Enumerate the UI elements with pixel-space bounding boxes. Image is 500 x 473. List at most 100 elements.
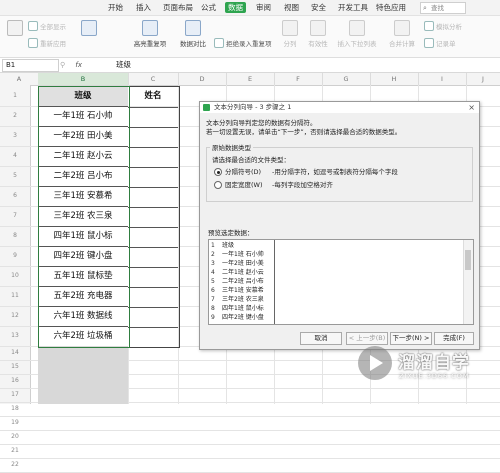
record-button[interactable]: 记录单 [424,38,456,48]
row-header-9[interactable]: 9 [0,246,30,267]
col-header-d[interactable]: D [178,73,227,85]
col-header-a[interactable]: A [0,73,39,85]
row-header-16[interactable]: 16 [0,374,30,389]
highlight-duplicates-button[interactable]: 高亮重复项 [132,20,168,48]
simulate-button[interactable]: 模拟分析 [424,21,462,31]
name-box[interactable]: B1 [2,59,59,72]
menu-page-layout[interactable]: 页面布局 [160,2,196,13]
preview-scrollbar[interactable] [463,240,473,324]
row-header-10[interactable]: 10 [0,266,30,287]
cell-class-name[interactable]: 一年2班 田小美 [38,127,128,146]
reject-duplicates-button[interactable]: 拒绝录入重复项 [214,38,272,48]
cell-student-name[interactable] [128,327,178,347]
col-header-b[interactable]: B [38,73,129,85]
col-header-j[interactable]: J [466,73,500,85]
cell-class-name[interactable]: 四年2班 键小盘 [38,247,128,266]
row-header-14[interactable]: 14 [0,346,30,361]
radio-delimited[interactable] [214,168,222,176]
row-header-8[interactable]: 8 [0,226,30,247]
grid-line [30,444,500,445]
cell-class-name[interactable]: 三年2班 农三泉 [38,207,128,226]
row-header-20[interactable]: 20 [0,430,30,445]
option-delimited-label[interactable]: 分隔符号(D) [225,168,261,176]
data-compare-button[interactable]: 数据对比 [175,20,211,48]
next-button[interactable]: 下一步(N) > [390,332,432,345]
col-header-h[interactable]: H [370,73,419,85]
menu-security[interactable]: 安全 [308,2,329,13]
fx-icon[interactable]: ⚲ fx [60,59,82,71]
dialog-titlebar[interactable]: 文本分列向导 - 3 步骤之 1 × [200,102,479,113]
scrollbar-thumb[interactable] [465,250,471,270]
formula-input[interactable]: 班级 [116,59,131,71]
col-header-c[interactable]: C [128,73,179,85]
row-header-7[interactable]: 7 [0,206,30,227]
prev-button[interactable]: < 上一步(B) [346,332,388,345]
cell-student-name[interactable] [128,207,178,227]
cell-student-name[interactable] [128,267,178,287]
preview-area[interactable]: 1 班级 2 一年1班 石小帅 3 一年2班 田小美 4 二年1班 赵小云 5 二年2班 吕小布 6… [208,239,474,325]
menu-developer[interactable]: 开发工具 [335,2,371,13]
menu-review[interactable]: 审阅 [253,2,274,13]
row-header-21[interactable]: 21 [0,444,30,459]
row-header-12[interactable]: 12 [0,306,30,327]
row-header-15[interactable]: 15 [0,360,30,375]
cell-class-name[interactable]: 二年2班 吕小布 [38,167,128,186]
cell-class-name[interactable]: 四年1班 鼠小标 [38,227,128,246]
cell-student-name[interactable] [128,167,178,187]
row-header-6[interactable]: 6 [0,186,30,207]
cell-class-name[interactable]: 五年2班 充电器 [38,287,128,306]
cancel-button[interactable]: 取消 [300,332,342,345]
close-icon[interactable]: × [468,102,475,113]
cell-class-name[interactable]: 六年1班 数据线 [38,307,128,326]
cell-c1-header[interactable]: 姓名 [128,86,178,106]
filter-button[interactable] [5,20,25,38]
cell-student-name[interactable] [128,227,178,247]
show-all-button[interactable]: 全部显示 [28,21,66,31]
search-input[interactable]: ⌕ 查找 [420,2,466,14]
merge-calc-button[interactable]: 合并计算 [384,20,420,48]
cell-class-name[interactable]: 一年1班 石小帅 [38,107,128,126]
menu-insert[interactable]: 插入 [133,2,154,13]
radio-fixed-width[interactable] [214,181,222,189]
cell-student-name[interactable] [128,287,178,307]
row-header-5[interactable]: 5 [0,166,30,187]
menu-features[interactable]: 特色应用 [373,2,409,13]
finish-button[interactable]: 完成(F) [434,332,474,345]
cell-class-name[interactable]: 三年1班 安慕希 [38,187,128,206]
row-header-18[interactable]: 18 [0,402,30,417]
cell-student-name[interactable] [128,247,178,267]
row-header-2[interactable]: 2 [0,106,30,127]
option-fixed-label[interactable]: 固定宽度(W) [225,181,263,189]
cell-class-name[interactable]: 六年2班 垃圾桶 [38,327,128,346]
row-header-11[interactable]: 11 [0,286,30,307]
row-header-13[interactable]: 13 [0,326,30,347]
col-header-f[interactable]: F [274,73,323,85]
row-header-19[interactable]: 19 [0,416,30,431]
menu-data[interactable]: 数据 [225,2,246,13]
menu-formula[interactable]: 公式 [198,2,219,13]
split-button[interactable]: 分列 [280,20,300,48]
validity-button[interactable]: 有效性 [306,20,330,48]
col-header-g[interactable]: G [322,73,371,85]
cell-student-name[interactable] [128,107,178,127]
col-header-i[interactable]: I [418,73,467,85]
insert-dropdown-button[interactable]: 插入下拉列表 [334,20,380,48]
row-header-3[interactable]: 3 [0,126,30,147]
row-header-1[interactable]: 1 [0,85,30,107]
sort-button[interactable] [78,20,100,38]
cell-student-name[interactable] [128,147,178,167]
menu-start[interactable]: 开始 [105,2,126,13]
col-header-e[interactable]: E [226,73,275,85]
cell-class-name[interactable]: 五年1班 鼠标垫 [38,267,128,286]
preview-row: 2 一年1班 石小帅 [209,251,463,259]
reapply-button[interactable]: 重新应用 [28,38,66,48]
row-header-22[interactable]: 22 [0,458,30,473]
cell-student-name[interactable] [128,307,178,327]
menu-view[interactable]: 视图 [281,2,302,13]
cell-class-name[interactable]: 二年1班 赵小云 [38,147,128,166]
row-header-4[interactable]: 4 [0,146,30,167]
cell-b1-header[interactable]: 班级 [38,86,128,106]
row-header-17[interactable]: 17 [0,388,30,403]
cell-student-name[interactable] [128,187,178,207]
cell-student-name[interactable] [128,127,178,147]
